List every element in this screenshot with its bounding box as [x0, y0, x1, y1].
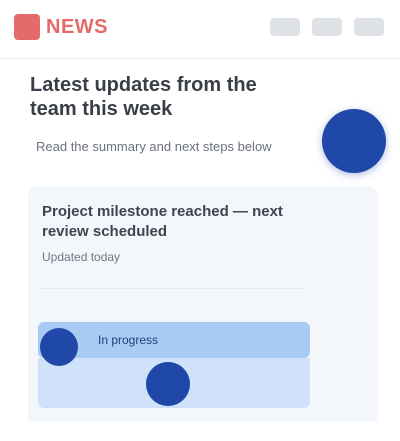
logo-text: NEWS: [46, 15, 108, 38]
progress-label: In progress: [98, 333, 159, 347]
status-dot-icon[interactable]: [40, 328, 78, 366]
status-dot-icon[interactable]: [146, 362, 190, 406]
search-icon[interactable]: [270, 18, 300, 36]
app-page: NEWS Latest updates from the team this w…: [0, 0, 400, 441]
logo-mark-icon: [14, 14, 40, 40]
top-header: NEWS: [0, 0, 400, 59]
header-actions: [270, 18, 384, 36]
page-subheadline: Read the summary and next steps below: [36, 139, 272, 154]
progress-bar: In progress: [38, 322, 310, 358]
add-icon[interactable]: [322, 109, 386, 173]
card-divider: [42, 288, 304, 289]
card-meta: Updated today: [42, 250, 121, 264]
menu-icon[interactable]: [354, 18, 384, 36]
bell-icon[interactable]: [312, 18, 342, 36]
hero-section: Latest updates from the team this week R…: [0, 59, 400, 179]
content-card[interactable]: Project milestone reached — next review …: [28, 186, 378, 422]
card-title: Project milestone reached — next review …: [42, 203, 283, 240]
brand-logo[interactable]: NEWS: [14, 14, 132, 40]
page-headline: Latest updates from the team this week: [30, 74, 257, 120]
